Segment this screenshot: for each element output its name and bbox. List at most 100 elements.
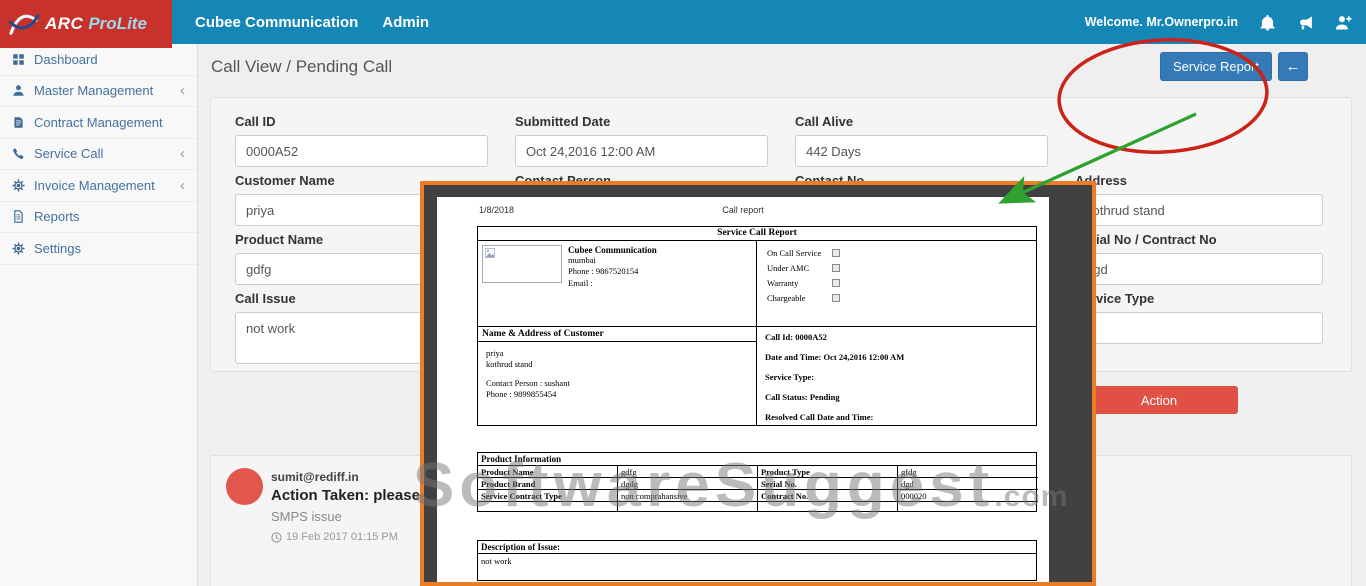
report-company-name: Cubee Communication xyxy=(568,245,657,255)
avatar xyxy=(226,468,263,505)
sidebar-item-label: Master Management xyxy=(34,83,153,98)
report-product-header: Product Information xyxy=(478,453,1036,466)
address-label: Address xyxy=(1075,173,1323,188)
call-id-label: Call ID xyxy=(235,114,488,129)
product-cell: non comprahansive xyxy=(618,490,758,502)
comment-timestamp: 19 Feb 2017 01:15 PM xyxy=(286,531,398,543)
sidebar-item-label: Reports xyxy=(34,209,80,224)
report-customer-contact-person: Contact Person : sushant xyxy=(486,378,748,389)
product-cell: dgdg xyxy=(618,478,758,490)
nav-item-admin[interactable]: Admin xyxy=(382,14,429,31)
service-report-modal: 1/8/2018 Call report Service Call Report… xyxy=(420,181,1096,586)
sidebar-item-dashboard[interactable]: Dashboard xyxy=(0,44,197,76)
sidebar-item-service-call[interactable]: Service Call ‹ xyxy=(0,139,197,171)
navbar-right: Welcome. Mr.Ownerpro.in xyxy=(1085,0,1352,44)
app-logo[interactable]: ARCProLite xyxy=(0,0,172,48)
field-call-id: Call ID xyxy=(235,108,488,167)
report-issue-text: not work xyxy=(478,554,1036,580)
submitted-date-input[interactable] xyxy=(515,135,768,167)
sidebar-item-label: Dashboard xyxy=(34,52,98,67)
report-main-table: Service Call Report Cubee Communication … xyxy=(477,226,1037,426)
product-cell: Product Type xyxy=(758,466,898,478)
user-icon xyxy=(12,84,25,97)
report-company-phone: Phone : 9867520154 xyxy=(568,266,657,277)
contract-icon xyxy=(12,116,25,129)
sidebar-item-invoice-management[interactable]: Invoice Management ‹ xyxy=(0,170,197,202)
product-cell: 000020 xyxy=(898,490,1038,502)
bell-icon[interactable] xyxy=(1259,14,1276,31)
brand-arc: ARC xyxy=(45,14,83,34)
serial-contract-no-label: Serial No / Contract No xyxy=(1075,232,1323,247)
product-cell: gfdg xyxy=(898,466,1038,478)
product-cell-empty xyxy=(898,502,1038,511)
sidebar-item-label: Invoice Management xyxy=(34,178,155,193)
nav-item-cubee-communication[interactable]: Cubee Communication xyxy=(195,14,358,31)
report-service-type: Service Type: xyxy=(765,372,1028,382)
checkbox-under-amc xyxy=(832,264,840,272)
product-cell-empty xyxy=(478,502,618,511)
call-alive-input[interactable] xyxy=(795,135,1048,167)
option-chargeable-label: Chargeable xyxy=(767,293,832,303)
sidebar-item-label: Contract Management xyxy=(34,115,163,130)
brand-prolite: ProLite xyxy=(88,14,147,34)
report-customer-phone: Phone : 9899855454 xyxy=(486,389,748,400)
sidebar: Dashboard Master Management ‹ Contract M… xyxy=(0,44,198,586)
report-resolved-datetime: Resolved Call Date and Time: xyxy=(765,412,1028,422)
welcome-user-menu[interactable]: Welcome. Mr.Ownerpro.in xyxy=(1085,15,1238,29)
top-navbar: Cubee Communication Admin Welcome. Mr.Ow… xyxy=(0,0,1366,44)
sidebar-item-label: Settings xyxy=(34,241,81,256)
chevron-left-icon: ‹ xyxy=(180,178,185,193)
report-call-datetime: Date and Time: Oct 24,2016 12:00 AM xyxy=(765,352,1028,362)
phone-icon xyxy=(12,147,25,160)
product-cell: gdfg xyxy=(618,466,758,478)
call-id-input[interactable] xyxy=(235,135,488,167)
chevron-left-icon: ‹ xyxy=(180,83,185,98)
checkbox-chargeable xyxy=(832,294,840,302)
option-on-call-service-label: On Call Service xyxy=(767,248,832,258)
address-input[interactable] xyxy=(1075,194,1323,226)
user-plus-icon[interactable] xyxy=(1335,14,1352,31)
report-icon xyxy=(12,210,25,223)
product-cell: dgd xyxy=(898,478,1038,490)
field-service-type: Service Type xyxy=(1075,285,1323,369)
report-call-status: Call Status: Pending xyxy=(765,392,1028,402)
report-print-date: 1/8/2018 xyxy=(479,205,514,215)
sidebar-item-reports[interactable]: Reports xyxy=(0,202,197,234)
report-call-id: Call Id: 0000A52 xyxy=(765,332,1028,342)
service-type-input[interactable] xyxy=(1075,312,1323,344)
field-submitted-date: Submitted Date xyxy=(515,108,768,167)
sidebar-item-settings[interactable]: Settings xyxy=(0,233,197,265)
action-button[interactable]: Action xyxy=(1080,386,1238,414)
chevron-left-icon: ‹ xyxy=(180,146,185,161)
broken-image-placeholder xyxy=(482,245,562,283)
report-customer-header: Name & Address of Customer xyxy=(478,327,756,342)
service-report-button[interactable]: Service Report xyxy=(1160,52,1272,81)
sidebar-item-contract-management[interactable]: Contract Management xyxy=(0,107,197,139)
page-title: Call View / Pending Call xyxy=(211,57,392,77)
nav-menu: Cubee Communication Admin xyxy=(195,0,429,44)
product-cell: Serial No. xyxy=(758,478,898,490)
clock-icon xyxy=(271,532,282,543)
report-issue-header: Description of Issue: xyxy=(478,541,1036,554)
product-cell: Service Contract Type xyxy=(478,490,618,502)
product-cell-empty xyxy=(758,502,898,511)
product-cell-empty xyxy=(618,502,758,511)
report-title: Service Call Report xyxy=(478,227,1036,241)
back-button[interactable]: ← xyxy=(1278,52,1308,81)
sidebar-item-master-management[interactable]: Master Management ‹ xyxy=(0,76,197,108)
checkbox-warranty xyxy=(832,279,840,287)
report-company-email: Email : xyxy=(568,278,657,289)
checkbox-on-call-service xyxy=(832,249,840,257)
dashboard-icon xyxy=(12,53,25,66)
settings-gear-icon xyxy=(12,242,25,255)
report-customer-name: priya xyxy=(486,348,748,359)
serial-contract-no-input[interactable] xyxy=(1075,253,1323,285)
megaphone-icon[interactable] xyxy=(1297,14,1314,31)
sidebar-item-label: Service Call xyxy=(34,146,103,161)
broken-image-icon xyxy=(485,248,495,258)
logo-swoosh-icon xyxy=(8,11,40,37)
option-under-amc-label: Under AMC xyxy=(767,263,832,273)
submitted-date-label: Submitted Date xyxy=(515,114,768,129)
report-print-title: Call report xyxy=(437,205,1049,215)
report-product-table: Product Information Product Name gdfg Pr… xyxy=(477,452,1037,512)
